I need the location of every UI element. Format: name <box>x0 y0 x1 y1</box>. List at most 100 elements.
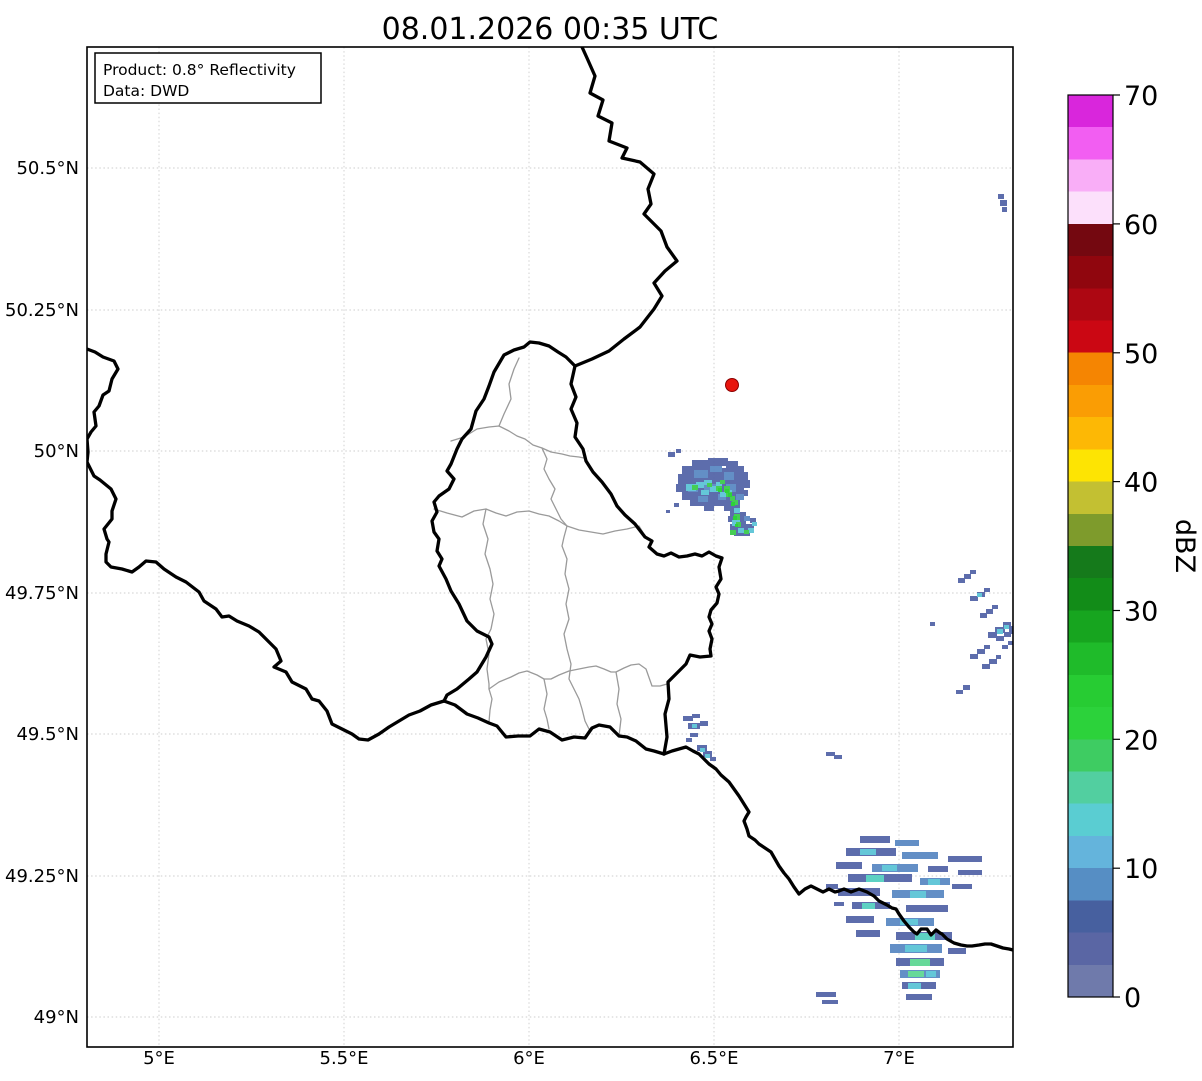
pixel <box>977 649 985 654</box>
info-box-line2: Data: DWD <box>103 82 189 100</box>
pixel <box>701 490 709 495</box>
pixel <box>1068 578 1113 612</box>
pixel <box>1068 900 1113 934</box>
pixel <box>744 530 749 534</box>
pixel <box>666 510 670 513</box>
pixel <box>970 596 978 601</box>
pixel <box>736 494 744 500</box>
pixel <box>970 570 976 574</box>
pixel <box>908 983 921 989</box>
pixel <box>948 948 966 954</box>
pixel <box>834 755 842 759</box>
y-tick-label: 49°N <box>34 1007 79 1028</box>
pixel <box>964 574 971 579</box>
pixel <box>860 836 890 843</box>
pixel <box>963 685 970 690</box>
figure-title: 08.01.2026 00:35 UTC <box>382 12 719 47</box>
pixel <box>984 588 990 592</box>
pixel <box>816 992 836 997</box>
y-tick-label: 49.5°N <box>16 724 79 745</box>
colorbar-axis-label: dBZ <box>1169 519 1200 573</box>
colorbar-tick-label: 60 <box>1124 210 1158 241</box>
pixel <box>882 865 897 871</box>
pixel <box>996 655 1001 659</box>
pixel <box>718 488 722 492</box>
pixel <box>996 636 1004 641</box>
pixel <box>704 506 714 511</box>
pixel <box>752 522 757 526</box>
pixel <box>1068 513 1113 547</box>
pixel <box>1068 191 1113 225</box>
pixel <box>710 466 722 472</box>
x-tick-label: 7°E <box>883 1048 915 1069</box>
pixel <box>906 905 948 912</box>
pixel <box>707 483 712 487</box>
pixel <box>1068 256 1113 289</box>
y-tick-labels: 50.5°N 50.25°N 50°N 49.75°N 49.5°N 49.25… <box>5 158 79 1028</box>
pixel <box>708 458 728 466</box>
pixel <box>826 752 835 756</box>
pixel <box>692 724 697 728</box>
pixel <box>910 959 930 966</box>
pixel <box>980 613 987 618</box>
pixel <box>733 516 737 520</box>
pixel <box>1068 868 1113 901</box>
pixel <box>683 716 693 721</box>
pixel <box>997 629 1003 634</box>
pixel <box>982 664 990 669</box>
colorbar-tick-label: 50 <box>1124 339 1158 370</box>
pixel <box>860 849 876 855</box>
pixel <box>977 593 982 597</box>
info-box-line1: Product: 0.8° Reflectivity <box>103 61 296 79</box>
pixel <box>910 891 926 898</box>
pixel <box>734 508 740 513</box>
colorbar-tick-label: 70 <box>1124 81 1158 112</box>
pixel <box>668 452 675 457</box>
colorbar-tick-label: 10 <box>1124 854 1158 885</box>
colorbar-tick-label: 40 <box>1124 468 1158 499</box>
pixel <box>862 903 875 909</box>
pixel <box>1068 546 1113 579</box>
pixel <box>674 503 679 507</box>
colorbar-tick-label: 0 <box>1124 983 1141 1014</box>
pixel <box>822 1000 838 1004</box>
pixel <box>986 609 993 614</box>
x-tick-label: 6.5°E <box>690 1048 739 1069</box>
pixel <box>834 902 844 906</box>
pixel <box>690 733 698 737</box>
pixel <box>1068 95 1113 128</box>
pixel <box>998 194 1004 199</box>
pixel <box>958 578 965 583</box>
radar-figure: Product: 0.8° Reflectivity Data: DWD 5°E… <box>0 0 1202 1081</box>
pixel <box>926 971 936 977</box>
pixel <box>742 480 750 488</box>
pixel <box>905 945 927 952</box>
pixel <box>700 748 705 752</box>
pixel <box>866 875 884 882</box>
colorbar-tickmarks <box>1113 94 1120 998</box>
y-tick-label: 50.25°N <box>5 300 79 321</box>
pixel <box>956 690 963 694</box>
y-tick-label: 50°N <box>34 441 79 462</box>
pixel <box>992 605 998 609</box>
pixel <box>725 489 729 493</box>
colorbar-segments <box>1068 95 1113 998</box>
x-tick-labels: 5°E 5.5°E 6°E 6.5°E 7°E <box>143 1048 915 1069</box>
pixel <box>676 449 681 453</box>
pixel <box>682 492 696 500</box>
pixel <box>735 524 738 527</box>
pixel <box>836 862 862 869</box>
pixel <box>1068 964 1113 998</box>
pixel <box>1068 835 1113 869</box>
pixel <box>846 916 874 923</box>
pixel <box>1068 932 1113 966</box>
pixel <box>856 930 880 937</box>
pixel <box>744 516 750 521</box>
x-tick-label: 5.5°E <box>320 1048 369 1069</box>
pixel <box>705 754 710 758</box>
pixel <box>1068 610 1113 644</box>
info-box: Product: 0.8° Reflectivity Data: DWD <box>94 52 322 104</box>
pixel <box>989 659 997 664</box>
pixel <box>686 738 692 742</box>
pixel <box>698 496 708 502</box>
